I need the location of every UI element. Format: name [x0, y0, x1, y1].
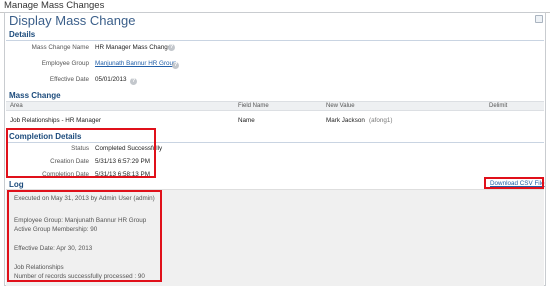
details-section-header: Details [6, 30, 544, 41]
mass-change-heading: Mass Change [9, 91, 61, 100]
mass-change-table-header: Area Field Name New Value Delimit [6, 101, 544, 111]
column-area: Area [10, 103, 23, 109]
effective-date-value: 05/01/2013 [95, 76, 127, 83]
row-new-value-id: (afong1) [369, 117, 393, 124]
column-field-name: Field Name [238, 103, 269, 109]
download-highlight-box [484, 177, 544, 189]
mass-change-name-label: Mass Change Name [31, 44, 89, 51]
log-heading: Log [9, 180, 24, 189]
details-heading: Details [9, 30, 36, 39]
row-new-value: Mark Jackson [326, 117, 365, 124]
help-icon[interactable]: ? [130, 78, 137, 85]
page-title: Manage Mass Changes [4, 0, 105, 11]
row-area: Job Relationships - HR Manager [10, 117, 101, 124]
column-delimit: Delimit [489, 103, 508, 109]
help-icon[interactable]: ? [168, 44, 175, 51]
panel-options-icon[interactable] [535, 15, 543, 23]
panel-title: Display Mass Change [9, 13, 136, 28]
help-icon[interactable]: ? [172, 62, 179, 69]
completion-highlight-box [6, 128, 156, 178]
employee-group-label: Employee Group [41, 60, 89, 67]
employee-group-link[interactable]: Manjunath Bannur HR Group [95, 60, 177, 67]
log-section-header: Log [6, 178, 544, 189]
row-field-name: Name [238, 117, 255, 124]
effective-date-label: Effective Date [49, 76, 89, 83]
column-new-value: New Value [326, 103, 355, 109]
mass-change-name-value: HR Manager Mass Change [95, 44, 172, 51]
log-highlight-box [7, 190, 162, 282]
